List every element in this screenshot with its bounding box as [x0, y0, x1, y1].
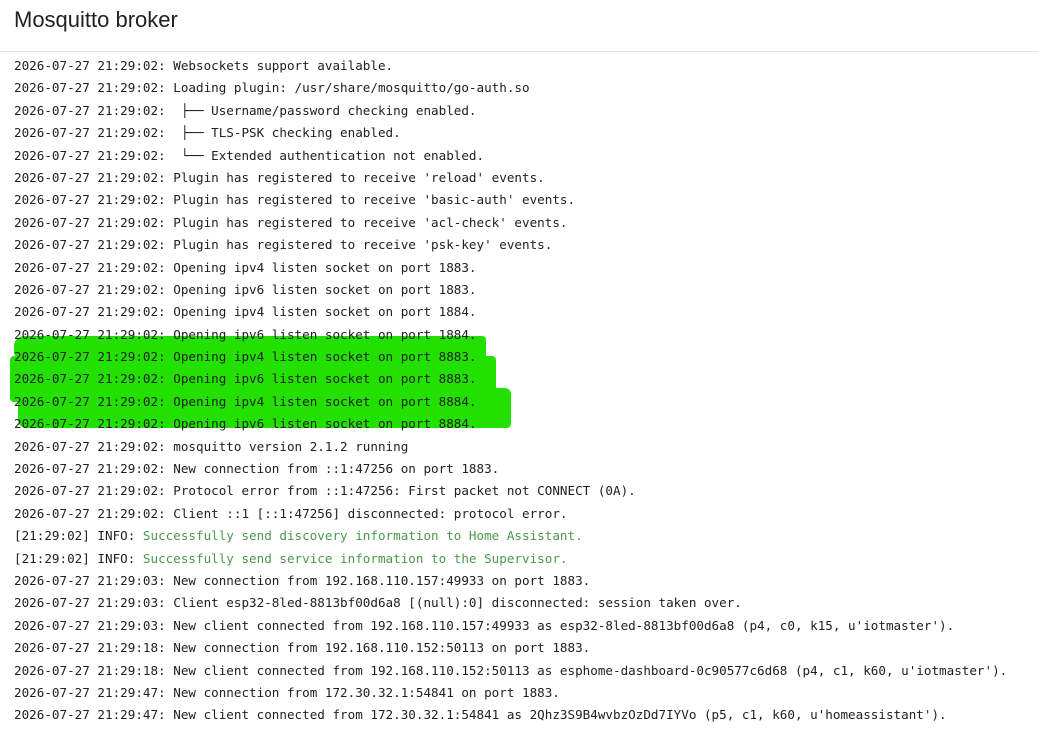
log-timestamp: [21:29:02] INFO: [14, 528, 143, 544]
log-info-message: Successfully send discovery information … [142, 528, 583, 544]
log-message: Opening ipv4 listen socket on port 8883. [173, 349, 477, 365]
log-message: Client esp32-8led-8813bf00d6a8 [(null):0… [173, 595, 742, 611]
log-line: 2026-07-27 21:29:02: mosquitto version 2… [14, 436, 1007, 458]
log-timestamp: 2026-07-27 21:29:02: [14, 281, 174, 297]
log-line: 2026-07-27 21:29:02: New connection from… [14, 458, 1007, 480]
log-timestamp: 2026-07-27 21:29:02: [14, 80, 174, 96]
log-message: Websockets support available. [173, 58, 394, 73]
log-line: 2026-07-27 21:29:02: Websockets support … [14, 55, 1007, 77]
log-timestamp: 2026-07-27 21:29:02: [14, 169, 174, 185]
log-message: ├── TLS-PSK checking enabled. [173, 125, 401, 141]
log-timestamp: 2026-07-27 21:29:03: [14, 617, 174, 633]
log-timestamp: 2026-07-27 21:29:02: [14, 237, 174, 253]
log-message: New connection from 192.168.110.157:4993… [173, 572, 591, 588]
log-line: 2026-07-27 21:29:02: ├── TLS-PSK checkin… [14, 122, 1007, 144]
log-timestamp: 2026-07-27 21:29:02: [14, 304, 174, 320]
log-timestamp: 2026-07-27 21:29:47: [14, 684, 174, 700]
log-timestamp: 2026-07-27 21:29:02: [14, 147, 174, 163]
log-line: 2026-07-27 21:29:02: Plugin has register… [14, 167, 1007, 189]
log-message: New connection from ::1:47256 on port 18… [173, 461, 500, 477]
log-line: 2026-07-27 21:29:47: New client connecte… [14, 704, 1007, 726]
log-line: [21:29:02] INFO: Successfully send servi… [14, 548, 1007, 570]
log-line: 2026-07-27 21:29:03: Client esp32-8led-8… [14, 592, 1007, 614]
log-message: Opening ipv6 listen socket on port 1883. [173, 281, 477, 297]
log-lines: 2026-07-27 21:29:02: Websockets support … [14, 55, 1007, 727]
log-line: 2026-07-27 21:29:02: Opening ipv6 listen… [14, 413, 1007, 435]
log-timestamp: 2026-07-27 21:29:02: [14, 438, 174, 454]
log-line: 2026-07-27 21:29:18: New connection from… [14, 637, 1007, 659]
page-header: Mosquitto broker [0, 0, 1038, 52]
log-message: Client ::1 [::1:47256] disconnected: pro… [173, 505, 568, 521]
log-timestamp: 2026-07-27 21:29:02: [14, 259, 174, 275]
log-message: Opening ipv6 listen socket on port 8883. [173, 371, 477, 387]
log-line: 2026-07-27 21:29:18: New client connecte… [14, 660, 1007, 682]
log-line: 2026-07-27 21:29:02: Plugin has register… [14, 189, 1007, 211]
page-title: Mosquitto broker [14, 7, 178, 32]
log-message: Plugin has registered to receive 'acl-ch… [173, 214, 568, 230]
log-message: ├── Username/password checking enabled. [173, 102, 477, 118]
log-timestamp: 2026-07-27 21:29:47: [14, 707, 174, 723]
log-timestamp: 2026-07-27 21:29:02: [14, 461, 174, 477]
log-line: 2026-07-27 21:29:02: Plugin has register… [14, 212, 1007, 234]
log-timestamp: 2026-07-27 21:29:02: [14, 505, 174, 521]
log-timestamp: 2026-07-27 21:29:02: [14, 483, 174, 499]
log-message: Opening ipv4 listen socket on port 1883. [173, 259, 477, 275]
log-message: Protocol error from ::1:47256: First pac… [173, 483, 636, 499]
log-message: Plugin has registered to receive 'reload… [173, 169, 545, 185]
log-line: 2026-07-27 21:29:02: Plugin has register… [14, 234, 1007, 256]
log-timestamp: 2026-07-27 21:29:03: [14, 595, 174, 611]
log-line: 2026-07-27 21:29:02: Opening ipv4 listen… [14, 257, 1007, 279]
log-line: 2026-07-27 21:29:03: New connection from… [14, 570, 1007, 592]
log-timestamp: 2026-07-27 21:29:02: [14, 416, 174, 432]
log-message: New client connected from 192.168.110.15… [173, 617, 955, 633]
log-info-message: Successfully send service information to… [142, 550, 568, 566]
log-line: 2026-07-27 21:29:02: Opening ipv4 listen… [14, 391, 1007, 413]
log-line: 2026-07-27 21:29:47: New connection from… [14, 682, 1007, 704]
log-timestamp: 2026-07-27 21:29:02: [14, 125, 174, 141]
log-message: New client connected from 192.168.110.15… [173, 662, 1008, 678]
log-timestamp: [21:29:02] INFO: [14, 550, 143, 566]
log-message: Opening ipv6 listen socket on port 1884. [173, 326, 477, 342]
log-message: New client connected from 172.30.32.1:54… [173, 707, 947, 723]
log-message: Plugin has registered to receive 'basic-… [173, 192, 576, 208]
log-message: Opening ipv4 listen socket on port 1884. [173, 304, 477, 320]
log-message: mosquitto version 2.1.2 running [173, 438, 409, 454]
log-timestamp: 2026-07-27 21:29:02: [14, 102, 174, 118]
log-message: └── Extended authentication not enabled. [173, 147, 485, 163]
log-line: 2026-07-27 21:29:02: Client ::1 [::1:472… [14, 503, 1007, 525]
log-timestamp: 2026-07-27 21:29:18: [14, 640, 174, 656]
log-line: 2026-07-27 21:29:03: New client connecte… [14, 615, 1007, 637]
log-message: Opening ipv4 listen socket on port 8884. [173, 393, 477, 409]
log-line: 2026-07-27 21:29:02: Opening ipv6 listen… [14, 368, 1007, 390]
log-timestamp: 2026-07-27 21:29:18: [14, 662, 174, 678]
log-message: Plugin has registered to receive 'psk-ke… [173, 237, 553, 253]
log-timestamp: 2026-07-27 21:29:02: [14, 214, 174, 230]
log-timestamp: 2026-07-27 21:29:02: [14, 326, 174, 342]
log-panel[interactable]: 2026-07-27 21:29:02: Websockets support … [0, 52, 1038, 729]
log-message: Opening ipv6 listen socket on port 8884. [173, 416, 477, 432]
log-line: 2026-07-27 21:29:02: Opening ipv6 listen… [14, 324, 1007, 346]
log-message: Loading plugin: /usr/share/mosquitto/go-… [173, 80, 530, 96]
log-line: [21:29:02] INFO: Successfully send disco… [14, 525, 1007, 547]
log-line: 2026-07-27 21:29:02: Opening ipv6 listen… [14, 279, 1007, 301]
log-timestamp: 2026-07-27 21:29:02: [14, 58, 174, 73]
log-message: New connection from 172.30.32.1:54841 on… [173, 684, 560, 700]
log-line: 2026-07-27 21:29:02: └── Extended authen… [14, 145, 1007, 167]
log-timestamp: 2026-07-27 21:29:02: [14, 349, 174, 365]
log-line: 2026-07-27 21:29:02: Opening ipv4 listen… [14, 346, 1007, 368]
log-timestamp: 2026-07-27 21:29:02: [14, 371, 174, 387]
log-line: 2026-07-27 21:29:02: Opening ipv4 listen… [14, 301, 1007, 323]
log-message: New connection from 192.168.110.152:5011… [173, 640, 591, 656]
log-line: 2026-07-27 21:29:02: Loading plugin: /us… [14, 77, 1007, 99]
log-line: 2026-07-27 21:29:02: Protocol error from… [14, 480, 1007, 502]
log-timestamp: 2026-07-27 21:29:03: [14, 572, 174, 588]
log-timestamp: 2026-07-27 21:29:02: [14, 192, 174, 208]
log-timestamp: 2026-07-27 21:29:02: [14, 393, 174, 409]
log-line: 2026-07-27 21:29:02: ├── Username/passwo… [14, 100, 1007, 122]
